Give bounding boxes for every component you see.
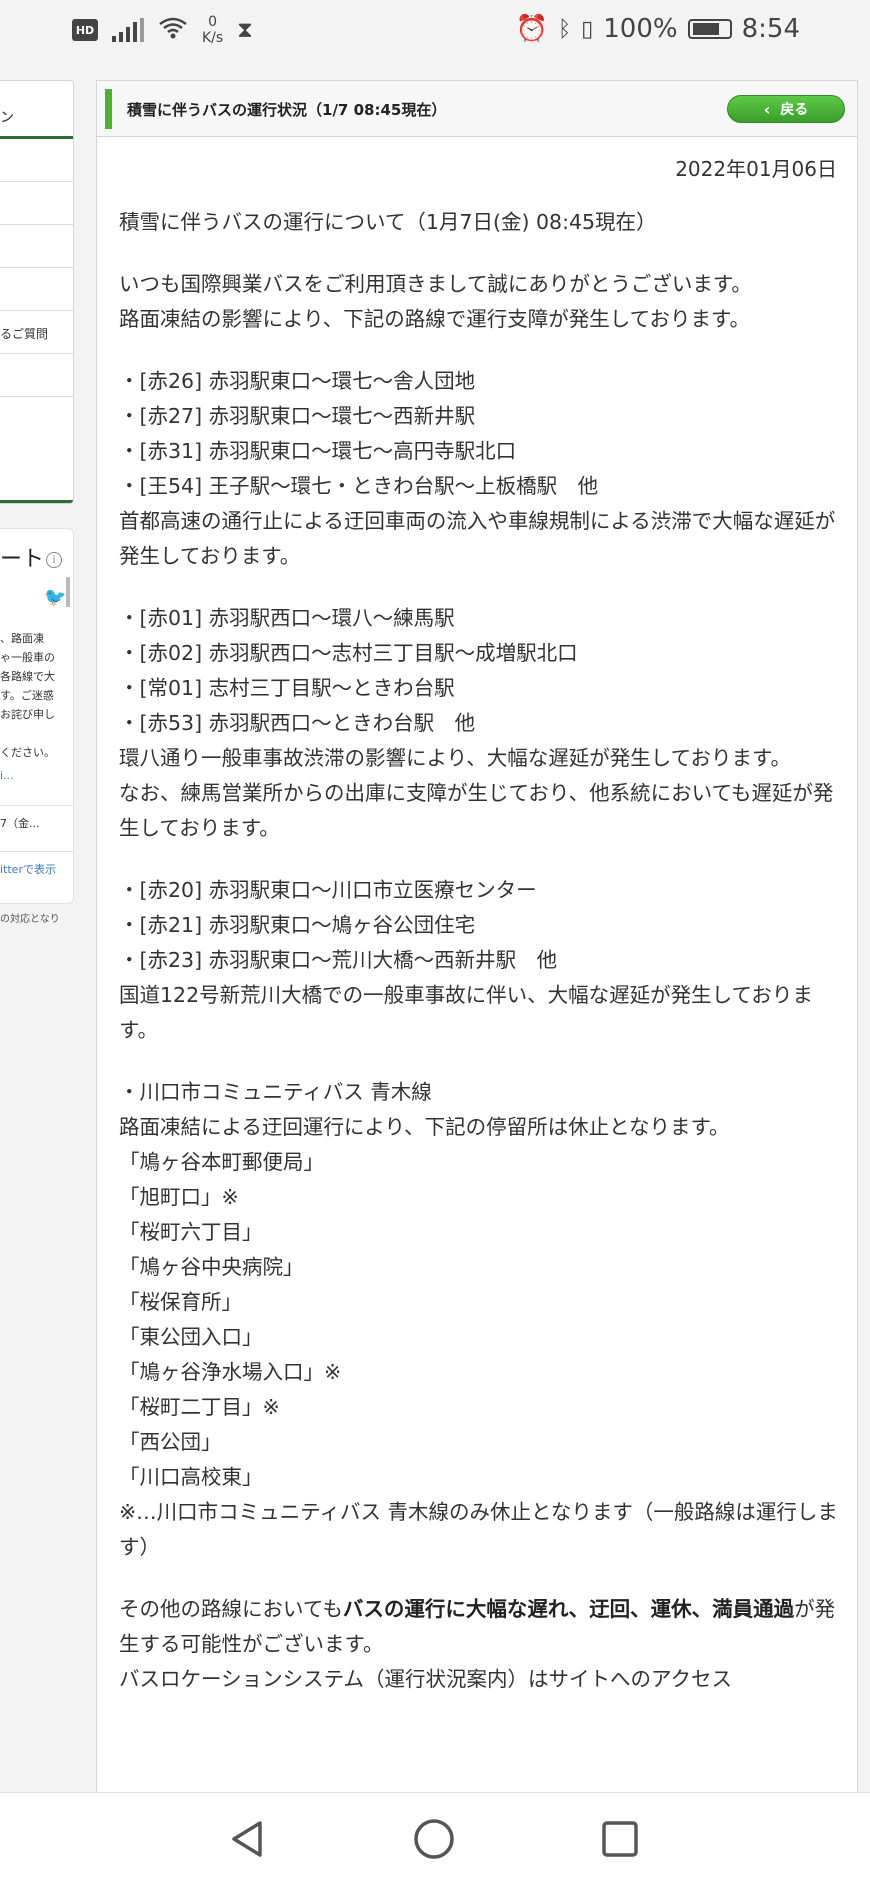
back-button-label: 戻る	[780, 102, 809, 118]
closing-text-emphasis: バスの運行に大幅な遅れ、迂回、運休、満員通過	[342, 1597, 795, 1621]
route-item: ・[赤53] 赤羽駅西口〜ときわ台駅 他	[119, 711, 476, 735]
hd-icon: HD	[72, 19, 98, 41]
nav-recents-button[interactable]	[596, 1815, 644, 1863]
left-sidebar: ン るご質問 ート i 🐦 、路面凍 ゃ一般車の 各路線で大 す。ご迷惑 お詫び申…	[0, 80, 74, 925]
circle-home-icon	[414, 1819, 454, 1859]
route-item: ・[赤20] 赤羽駅東口〜川口市立医療センター	[119, 878, 537, 902]
route-item: ・[赤23] 赤羽駅東口〜荒川大橋〜西新井駅 他	[119, 948, 558, 972]
nav-back-button[interactable]	[224, 1815, 272, 1863]
closing-text-pre: その他の路線においても	[119, 1597, 343, 1621]
route-item: ・[赤31] 赤羽駅東口〜環七〜高円寺駅北口	[119, 439, 517, 463]
notice-panel: 積雪に伴うバスの運行状況（1/7 08:45現在） ‹ 戻る 2022年01月0…	[96, 80, 858, 1804]
route-note: 国道122号新荒川大橋での一般車事故に伴い、大幅な遅延が発生しております。	[119, 983, 813, 1042]
wifi-icon	[158, 16, 188, 44]
route-note: 首都高速の通行止による迂回車両の流入や車線規制による渋滞で大幅な遅延が発生してお…	[119, 509, 836, 568]
info-icon[interactable]: i	[46, 552, 63, 568]
stop-item: 「鳩ヶ谷中央病院」	[119, 1255, 304, 1279]
stop-item: 「鳩ヶ谷本町郵便局」	[119, 1150, 324, 1174]
square-recents-icon	[602, 1821, 638, 1857]
signal-icon	[112, 18, 144, 42]
sidebar-item[interactable]	[0, 268, 73, 311]
route-item: ・[常01] 志村三丁目駅〜ときわ台駅	[119, 676, 455, 700]
intro-text: 路面凍結の影響により、下記の路線で運行支障が発生しております。	[119, 307, 750, 331]
sidebar-menu-bottom-rule	[0, 500, 73, 503]
route-note: なお、練馬営業所からの出庫に支障が生じており、他系統においても遅延が発生しており…	[119, 781, 834, 840]
sidebar-menu-header: ン	[0, 81, 73, 139]
intro-text: いつも国際興業バスをご利用頂きまして誠にありがとうございます。	[119, 272, 752, 296]
tweet-date: 7（金...	[0, 817, 40, 830]
route-item: ・[赤26] 赤羽駅東口〜環七〜舎人団地	[119, 369, 476, 393]
route-item: ・[赤02] 赤羽駅西口〜志村三丁目駅〜成増駅北口	[119, 641, 578, 665]
stop-item: 「鳩ヶ谷浄水場入口」※	[119, 1360, 342, 1384]
article-body: 積雪に伴うバスの運行について（1月7日(金) 08:45現在） いつも国際興業バ…	[119, 205, 843, 1724]
route-note: 路面凍結による迂回運行により、下記の停留所は休止となります。	[119, 1115, 730, 1139]
nav-home-button[interactable]	[410, 1815, 458, 1863]
tweet-link[interactable]: i...	[0, 769, 14, 782]
sidebar-item[interactable]	[0, 354, 73, 397]
twitter-widget-title: ート i	[0, 541, 63, 573]
post-date: 2022年01月06日	[675, 157, 837, 181]
divider	[0, 851, 73, 852]
stop-item: 「川口高校東」	[119, 1465, 263, 1489]
stop-item: 「旭町口」※	[119, 1185, 239, 1209]
sidebar-item-faq[interactable]: るご質問	[0, 311, 73, 354]
triangle-back-icon	[232, 1821, 262, 1857]
stops-footnote: ※…川口市コミュニティバス 青木線のみ休止となります（一般路線は運行します）	[119, 1500, 838, 1559]
divider	[0, 805, 73, 806]
status-bar: HD 0 K/s ⧗ ⏰ ᛒ ▯ 100% 8:54	[0, 0, 870, 64]
battery-percent: 100%	[603, 14, 678, 44]
article-heading: 積雪に伴うバスの運行について（1月7日(金) 08:45現在）	[119, 210, 657, 234]
sidebar-item[interactable]	[0, 397, 73, 440]
sidebar-item[interactable]	[0, 182, 73, 225]
route-note: 環八通り一般車事故渋滞の影響により、大幅な遅延が発生しております。	[119, 746, 791, 770]
route-item: ・[赤21] 赤羽駅東口〜鳩ヶ谷公団住宅	[119, 913, 476, 937]
vibrate-icon: ▯	[581, 16, 594, 42]
closing-text: バスロケーションシステム（運行状況案内）はサイトへのアクセス	[119, 1667, 732, 1691]
sidebar-item[interactable]	[0, 139, 73, 182]
route-item: ・川口市コミュニティバス 青木線	[119, 1080, 432, 1104]
route-item: ・[赤27] 赤羽駅東口〜環七〜西新井駅	[119, 404, 476, 428]
route-item: ・[王54] 王子駅〜環七・ときわ台駅〜上板橋駅 他	[119, 474, 599, 498]
header-accent-bar	[105, 89, 112, 129]
stop-item: 「桜保育所」	[119, 1290, 242, 1314]
battery-icon	[687, 19, 732, 39]
sidebar-item[interactable]	[0, 225, 73, 268]
chevron-left-icon: ‹	[763, 99, 771, 119]
stop-item: 「東公団入口」	[119, 1325, 263, 1349]
stop-item: 「桜町二丁目」※	[119, 1395, 280, 1419]
hourglass-icon: ⧗	[237, 17, 253, 43]
alarm-icon: ⏰	[515, 14, 548, 44]
widget-scrollbar[interactable]	[66, 577, 70, 607]
twitter-widget: ート i 🐦 、路面凍 ゃ一般車の 各路線で大 す。ご迷惑 お詫び申し ください。…	[0, 528, 74, 904]
stop-item: 「西公団」	[119, 1430, 222, 1454]
notice-header: 積雪に伴うバスの運行状況（1/7 08:45現在） ‹ 戻る	[97, 81, 857, 137]
view-on-twitter-link[interactable]: itterで表示	[0, 861, 56, 877]
page-title: 積雪に伴うバスの運行状況（1/7 08:45現在）	[127, 101, 447, 119]
stop-item: 「桜町六丁目」	[119, 1220, 263, 1244]
closing-text: その他の路線においてもバスの運行に大幅な遅れ、迂回、運休、満員通過が発生する可能…	[119, 1592, 843, 1662]
network-speed: 0 K/s	[202, 14, 224, 46]
clock: 8:54	[741, 14, 800, 44]
twitter-bird-icon: 🐦	[44, 587, 67, 608]
tweet-text: 、路面凍 ゃ一般車の 各路線で大 す。ご迷惑 お詫び申し ください。	[0, 632, 55, 759]
bluetooth-icon: ᛒ	[557, 16, 572, 42]
sidebar-menu: ン るご質問	[0, 80, 74, 504]
route-item: ・[赤01] 赤羽駅西口〜環八〜練馬駅	[119, 606, 455, 630]
system-navigation-bar	[0, 1792, 870, 1884]
sidebar-footer-text: の対応となり	[0, 914, 60, 925]
back-button[interactable]: ‹ 戻る	[727, 95, 845, 123]
